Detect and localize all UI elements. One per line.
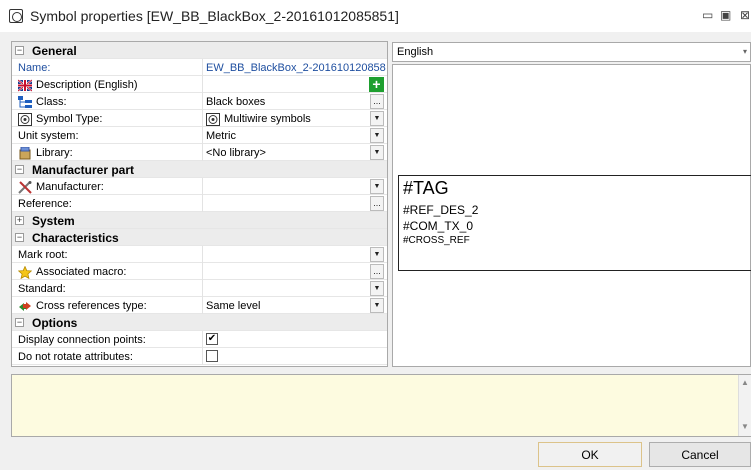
description-textarea[interactable]	[11, 374, 751, 437]
category-system[interactable]: + System	[12, 212, 387, 229]
symbol-preview: #TAG #REF_DES_2 #COM_TX_0 #CROSS_REF	[392, 64, 751, 367]
unit-system-value: Metric	[206, 130, 236, 142]
language-value: English	[397, 46, 434, 58]
title-bar: Symbol properties [EW_BB_BlackBox_2-2016…	[0, 0, 751, 32]
class-browse-button[interactable]: ...	[370, 94, 384, 109]
property-label: Library:	[36, 147, 73, 159]
manufacturer-dropdown[interactable]: ▼	[370, 179, 384, 194]
property-label: Manufacturer:	[36, 181, 104, 193]
property-row-name[interactable]: Name: EW_BB_BlackBox_2-20161012085851	[12, 59, 387, 76]
collapse-icon[interactable]: −	[15, 165, 24, 174]
preview-tag: #TAG	[403, 178, 449, 198]
scroll-up-icon[interactable]: ▲	[741, 378, 749, 387]
symbol-type-icon	[18, 112, 32, 126]
category-label: Manufacturer part	[32, 163, 135, 177]
property-label: Standard:	[18, 283, 66, 295]
category-label: Options	[32, 316, 78, 330]
property-label: Display connection points:	[18, 334, 146, 346]
standard-dropdown[interactable]: ▼	[370, 281, 384, 296]
class-value: Black boxes	[206, 96, 266, 108]
mark-root-dropdown[interactable]: ▼	[370, 247, 384, 262]
class-tree-icon	[18, 95, 32, 109]
manufacturer-value	[206, 179, 370, 195]
maximize-icon[interactable]: ▣	[720, 8, 731, 22]
property-label: Symbol Type:	[36, 113, 103, 125]
category-characteristics[interactable]: − Characteristics	[12, 229, 387, 246]
property-row-display-connection-points[interactable]: Display connection points: ✔	[12, 331, 387, 348]
symbol-icon	[9, 9, 23, 23]
name-value[interactable]: EW_BB_BlackBox_2-20161012085851	[206, 60, 386, 76]
star-icon	[18, 265, 33, 279]
flag-icon	[18, 78, 33, 92]
multiwire-icon	[206, 112, 220, 126]
collapse-icon[interactable]: −	[15, 46, 24, 55]
property-row-class[interactable]: Class: Black boxes ...	[12, 93, 387, 110]
property-row-library[interactable]: Library: <No library> ▼	[12, 144, 387, 161]
property-label: Mark root:	[18, 249, 68, 261]
property-grid: − General Name: EW_BB_BlackBox_2-2016101…	[11, 41, 388, 367]
cross-references-type-value: Same level	[206, 300, 261, 312]
property-row-mark-root[interactable]: Mark root: ▼	[12, 246, 387, 263]
preview-attribute: #COM_TX_0	[403, 219, 474, 233]
cross-references-type-dropdown[interactable]: ▼	[370, 298, 384, 313]
category-label: General	[32, 44, 77, 58]
collapse-icon[interactable]: −	[15, 233, 24, 242]
category-label: Characteristics	[32, 231, 119, 245]
do-not-rotate-attributes-checkbox[interactable]	[206, 350, 218, 362]
symbol-type-value: Multiwire symbols	[224, 113, 311, 125]
property-label: Reference:	[18, 198, 72, 210]
black-box-symbol: #TAG #REF_DES_2 #COM_TX_0 #CROSS_REF	[398, 175, 751, 271]
reference-browse-button[interactable]: ...	[370, 196, 384, 211]
property-row-associated-macro[interactable]: Associated macro: ...	[12, 263, 387, 280]
property-row-standard[interactable]: Standard: ▼	[12, 280, 387, 297]
scroll-down-icon[interactable]: ▼	[741, 422, 749, 431]
associated-macro-value	[206, 264, 370, 280]
tools-icon	[18, 180, 32, 194]
category-options[interactable]: − Options	[12, 314, 387, 331]
standard-value	[206, 281, 370, 297]
preview-attribute: #REF_DES_2	[403, 203, 479, 217]
property-label: Do not rotate attributes:	[18, 351, 133, 363]
preview-attribute: #CROSS_REF	[403, 235, 470, 246]
symbol-type-dropdown[interactable]: ▼	[370, 111, 384, 126]
property-row-description[interactable]: Description (English) +	[12, 76, 387, 93]
ok-button[interactable]: OK	[538, 442, 642, 467]
property-row-do-not-rotate-attributes[interactable]: Do not rotate attributes:	[12, 348, 387, 365]
add-description-button[interactable]: +	[369, 77, 384, 92]
library-dropdown[interactable]: ▼	[370, 145, 384, 160]
property-row-reference[interactable]: Reference: ...	[12, 195, 387, 212]
property-row-symbol-type[interactable]: Symbol Type: Multiwire symbols ▼	[12, 110, 387, 127]
cancel-button[interactable]: Cancel	[649, 442, 751, 467]
display-connection-points-checkbox[interactable]: ✔	[206, 333, 218, 345]
property-label: Description (English)	[36, 79, 138, 91]
chevron-down-icon[interactable]: ▾	[743, 47, 747, 56]
category-label: System	[32, 214, 75, 228]
description-scrollbar[interactable]: ▲ ▼	[738, 375, 751, 436]
reference-value	[206, 196, 370, 212]
unit-system-dropdown[interactable]: ▼	[370, 128, 384, 143]
property-label: Associated macro:	[36, 266, 127, 278]
property-row-cross-references-type[interactable]: Cross references type: Same level ▼	[12, 297, 387, 314]
window-title: Symbol properties [EW_BB_BlackBox_2-2016…	[30, 8, 399, 24]
associated-macro-browse-button[interactable]: ...	[370, 264, 384, 279]
mark-root-value	[206, 247, 370, 263]
property-label: Unit system:	[18, 130, 79, 142]
close-icon[interactable]: ⊠	[740, 8, 750, 22]
library-icon	[18, 146, 32, 160]
property-label: Name:	[18, 62, 51, 74]
collapse-icon[interactable]: −	[15, 318, 24, 327]
minimize-icon[interactable]: ▭	[702, 8, 713, 22]
property-label: Cross references type:	[36, 300, 147, 312]
category-manufacturer-part[interactable]: − Manufacturer part	[12, 161, 387, 178]
property-row-unit-system[interactable]: Unit system: Metric ▼	[12, 127, 387, 144]
expand-icon[interactable]: +	[15, 216, 24, 225]
category-general[interactable]: − General	[12, 42, 387, 59]
language-select[interactable]: English ▾	[392, 42, 751, 62]
property-label: Class:	[36, 96, 67, 108]
library-value: <No library>	[206, 147, 266, 159]
property-row-manufacturer[interactable]: Manufacturer: ▼	[12, 178, 387, 195]
cross-reference-icon	[18, 300, 32, 313]
